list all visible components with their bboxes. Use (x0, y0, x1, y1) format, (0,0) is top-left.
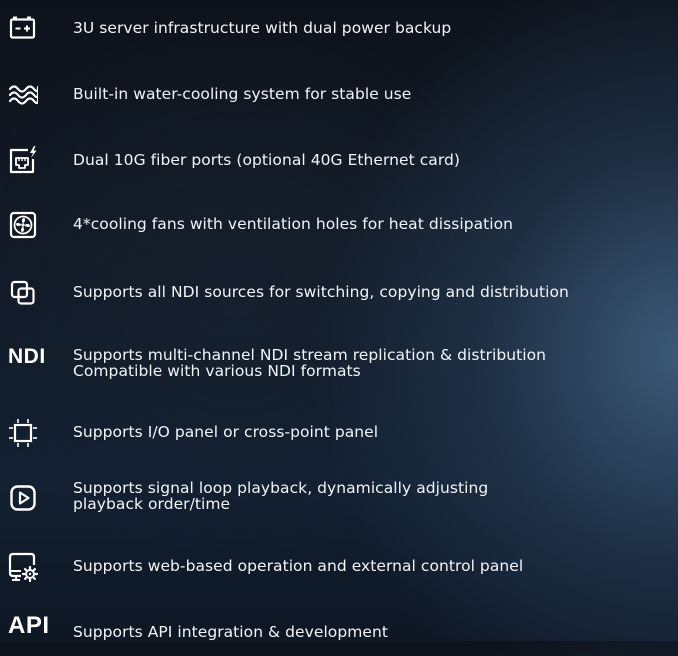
ethernet-port-icon (8, 146, 38, 176)
feature-item-power: 3U server infrastructure with dual power… (0, 14, 678, 54)
water-wave-icon (8, 80, 38, 110)
play-button-icon (8, 483, 38, 513)
feature-text: Supports all NDI sources for switching, … (73, 283, 569, 301)
feature-item-cooling-fans: 4*cooling fans with ventilation holes fo… (0, 210, 678, 250)
feature-text: Built-in water-cooling system for stable… (73, 85, 412, 103)
feature-text: 3U server infrastructure with dual power… (73, 19, 452, 37)
feature-text-line: Supports multi-channel NDI stream replic… (73, 346, 547, 364)
feature-item-io-panel: Supports I/O panel or cross-point panel (0, 418, 678, 458)
cooling-fan-icon (8, 210, 38, 240)
feature-item-ndi-sources: Supports all NDI sources for switching, … (0, 278, 678, 318)
feature-text-line: playback order/time (73, 495, 231, 513)
feature-item-water-cooling: Built-in water-cooling system for stable… (0, 80, 678, 120)
copy-layers-icon (8, 278, 38, 308)
feature-text: Supports I/O panel or cross-point panel (73, 423, 379, 441)
feature-item-web-operation: Supports web-based operation and externa… (0, 552, 678, 592)
feature-text: Dual 10G fiber ports (optional 40G Ether… (73, 151, 460, 169)
feature-item-api: API Supports API integration & developme… (0, 612, 678, 656)
feature-text: Supports web-based operation and externa… (73, 557, 524, 575)
panel-frame-icon (8, 418, 38, 448)
screen-gear-icon (8, 552, 38, 582)
feature-text-line: Supports signal loop playback, dynamical… (73, 479, 489, 497)
feature-item-fiber-ports: Dual 10G fiber ports (optional 40G Ether… (0, 146, 678, 186)
feature-text: 4*cooling fans with ventilation holes fo… (73, 215, 514, 233)
feature-text: Supports signal loop playback, dynamical… (73, 480, 488, 512)
feature-text: Supports API integration & development (73, 623, 388, 641)
feature-item-ndi-replication: NDI Supports multi-channel NDI stream re… (0, 345, 678, 390)
ndi-logo-icon: NDI (8, 345, 46, 368)
feature-item-loop-playback: Supports signal loop playback, dynamical… (0, 480, 678, 523)
feature-text-line: Compatible with various NDI formats (73, 362, 361, 380)
api-logo-icon: API (8, 612, 50, 639)
feature-text: Supports multi-channel NDI stream replic… (73, 347, 546, 379)
battery-icon (8, 14, 38, 44)
